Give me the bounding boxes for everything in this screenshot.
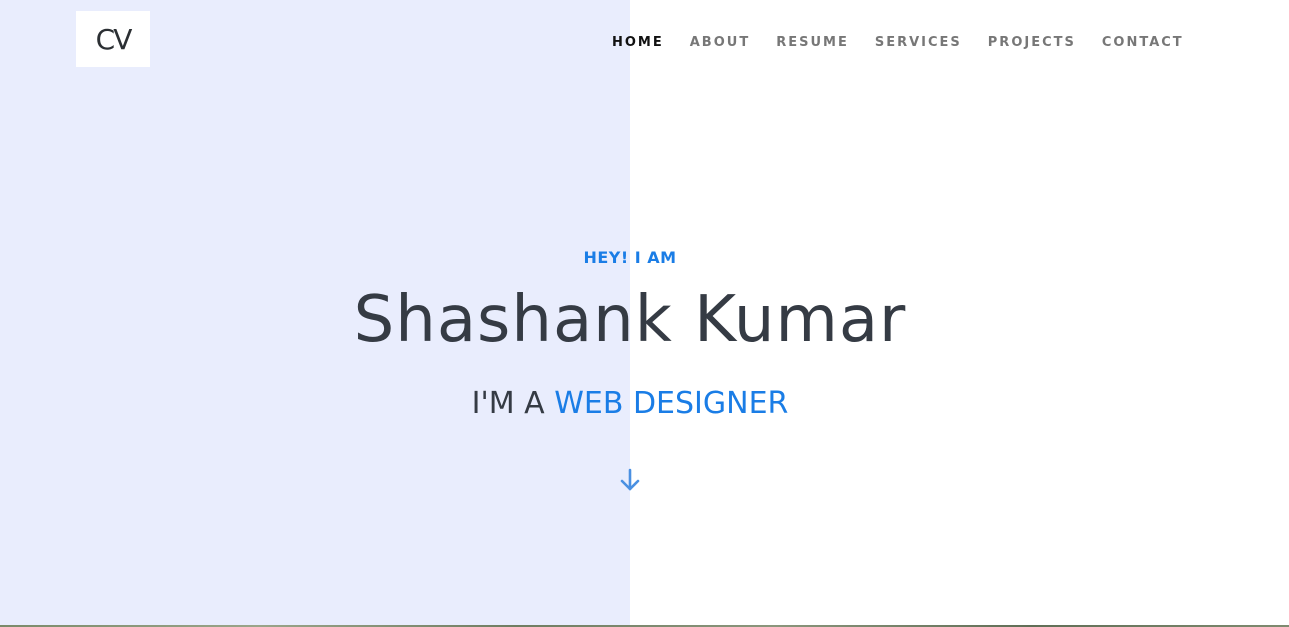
nav-item-about[interactable]: ABOUT bbox=[690, 33, 750, 53]
hero-role: I'M A WEB DESIGNER bbox=[0, 386, 1260, 421]
arrow-down-icon bbox=[620, 468, 640, 491]
nav-item-home[interactable]: HOME bbox=[612, 33, 664, 53]
hero-eyebrow: HEY! I AM bbox=[583, 248, 677, 267]
scroll-down-button[interactable] bbox=[619, 466, 641, 494]
logo-link[interactable]: CV bbox=[76, 11, 150, 67]
nav-item-services[interactable]: SERVICES bbox=[875, 33, 962, 53]
nav-item-resume[interactable]: RESUME bbox=[776, 33, 849, 53]
nav-item-projects[interactable]: PROJECTS bbox=[988, 33, 1076, 53]
hero-name: Shashank Kumar bbox=[353, 283, 907, 357]
nav-item-contact[interactable]: CONTACT bbox=[1102, 33, 1184, 53]
hero-role-prefix: I'M A bbox=[471, 386, 545, 421]
logo-text: CV bbox=[95, 22, 133, 56]
hero-role-highlight: WEB DESIGNER bbox=[554, 386, 789, 421]
main-nav: HOME ABOUT RESUME SERVICES PROJECTS CONT… bbox=[612, 33, 1210, 53]
